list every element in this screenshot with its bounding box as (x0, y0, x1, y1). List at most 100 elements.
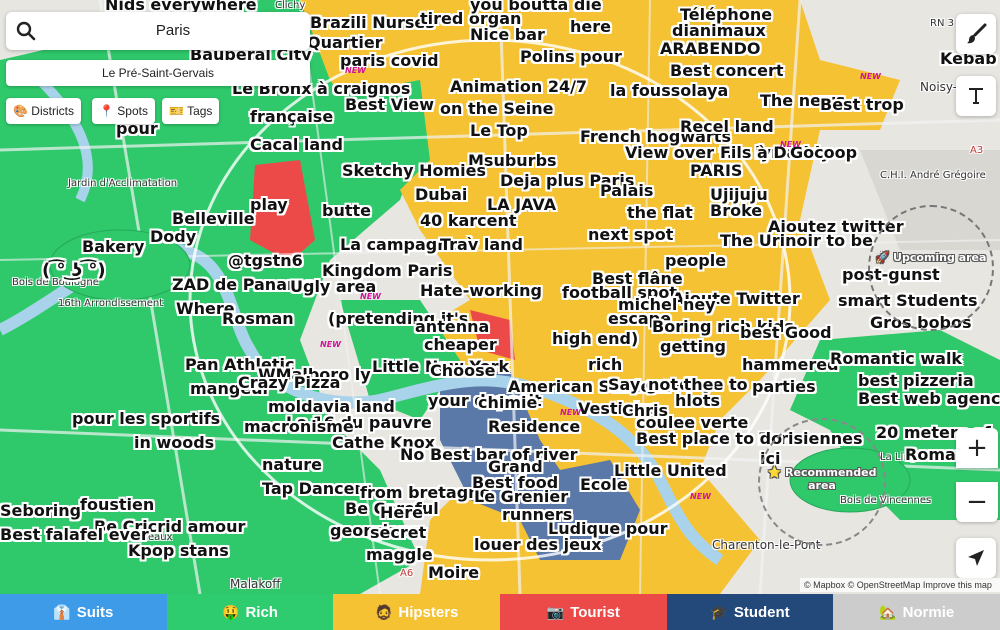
map-tag[interactable]: Animation 24/7 (450, 78, 587, 96)
brush-icon (967, 23, 987, 44)
map-tag[interactable]: in woods (134, 434, 214, 452)
map-tag[interactable]: chimie (478, 394, 537, 412)
map-tag[interactable]: louer des jeux (474, 536, 602, 554)
map-tag[interactable]: Rosman (222, 310, 294, 328)
map-tag[interactable]: Bakery (82, 238, 144, 256)
map-tag[interactable]: 40 karcent (420, 212, 517, 230)
map-tag[interactable]: Dubai (415, 186, 467, 204)
zoom-out-button[interactable]: − (956, 482, 998, 522)
legend-hipsters[interactable]: 🧔 Hipsters (333, 594, 501, 630)
map-doodle: ( ͡° ͜ʖ ͡°) (42, 260, 106, 281)
map-tag[interactable]: Palais (600, 182, 653, 200)
map-tag[interactable]: butte (322, 202, 371, 220)
text-tool-button[interactable] (956, 76, 996, 116)
map-tag[interactable]: Sketchy Homies (342, 162, 486, 180)
legend-tourist[interactable]: 📷 Tourist (500, 594, 667, 630)
map-tag[interactable]: pour les sportifs (72, 410, 220, 428)
map-tag[interactable]: dianimaux (672, 22, 766, 40)
map-tag[interactable]: hammered (742, 356, 839, 374)
map-tag[interactable]: Best place to do (636, 430, 782, 448)
map-tag[interactable]: getting (660, 338, 726, 356)
districts-chip[interactable]: 🎨 Districts (6, 98, 81, 124)
map-tag[interactable]: PARIS (690, 162, 742, 180)
map-tag[interactable]: here (570, 18, 611, 36)
map-tag[interactable]: française (250, 108, 333, 126)
map-tag[interactable]: Quartier (307, 34, 383, 52)
paint-brush-button[interactable] (956, 14, 996, 54)
legend-suits[interactable]: 👔 Suits (0, 594, 167, 630)
map-tag[interactable]: hlots (675, 392, 720, 410)
recommended-area-circle[interactable]: ⭐ Recommended area (758, 418, 886, 546)
map-tag[interactable]: foustien (80, 496, 154, 514)
map-tag[interactable]: Dody (150, 228, 196, 246)
map-tag[interactable]: @tgstn6 (228, 252, 303, 270)
legend-rich[interactable]: 🤑 Rich (166, 594, 334, 630)
legend-normie[interactable]: 🏡 Normie (833, 594, 1000, 630)
map-tag[interactable]: la foussolaya (610, 82, 728, 100)
locate-button[interactable] (956, 538, 996, 578)
map-tag[interactable]: Best trop (820, 96, 904, 114)
map-tag[interactable]: Cacal land (250, 136, 343, 154)
map-tag[interactable]: ARABENDO (660, 40, 760, 58)
map-tag[interactable]: Romantic walk (830, 350, 962, 368)
search-box[interactable]: Paris (6, 12, 310, 50)
map-tag[interactable]: Ecole (580, 476, 628, 494)
map-tag[interactable]: Kpop stans (128, 542, 229, 560)
legend-student[interactable]: 🎓 Student (666, 594, 834, 630)
map-tag[interactable]: Belleville (172, 210, 255, 228)
map-tag[interactable]: Recel land (680, 118, 774, 136)
map-tag[interactable]: rich (588, 356, 622, 374)
map-tag[interactable]: Nice bar (470, 26, 545, 44)
palette-icon: 🎨 (13, 104, 28, 118)
map-attribution[interactable]: © Mapbox © OpenStreetMap Improve this ma… (800, 578, 1000, 592)
map-tag[interactable]: Crazy Pizza (238, 374, 340, 392)
current-location-label: Le Pré-Saint-Gervais (6, 60, 310, 86)
map-tag[interactable]: Hate-working (420, 282, 542, 300)
search-input[interactable]: Paris (46, 22, 300, 39)
map-tag[interactable]: Trav land (440, 236, 523, 254)
map-tag[interactable]: Seboring (0, 502, 81, 520)
map-tag[interactable]: The Urinoir to be (720, 232, 873, 250)
map-tag[interactable]: Polins pour (520, 48, 622, 66)
map-tag[interactable]: best Good (740, 324, 832, 342)
map-tag[interactable]: Tap Dancers (262, 480, 372, 498)
map-tag[interactable]: Residence (488, 418, 580, 436)
suit-icon: 👔 (53, 603, 71, 620)
zoom-in-button[interactable]: + (956, 428, 998, 468)
map-tag[interactable]: parties (752, 378, 816, 396)
map-tag[interactable]: Broke (710, 202, 762, 220)
pin-icon: 📍 (99, 104, 114, 118)
map-tag[interactable]: people (665, 252, 726, 270)
map-tag[interactable]: secret (370, 524, 426, 542)
tags-chip[interactable]: 🎫 Tags (162, 98, 220, 124)
map-tag[interactable]: the flat (627, 204, 693, 222)
map-tag[interactable]: next spot (588, 226, 673, 244)
map-tag[interactable]: antenna (415, 318, 489, 336)
map-tag[interactable]: best pizzeria (858, 372, 974, 390)
map-tag[interactable]: nature (262, 456, 322, 474)
map-tag[interactable]: Best falafel ever (0, 526, 149, 544)
map-tag[interactable]: high end) (552, 330, 638, 348)
map-tag[interactable]: maggle (366, 546, 433, 564)
new-badge: NEW (690, 492, 711, 501)
map-tag[interactable]: play (250, 196, 288, 214)
map-tag[interactable]: Here (380, 504, 423, 522)
money-face-icon: 🤑 (222, 603, 240, 620)
map-tag[interactable]: you boutta die (470, 0, 602, 14)
map-tag[interactable]: Little United (614, 462, 727, 480)
map-tag[interactable]: on the Seine (440, 100, 554, 118)
map-canvas[interactable]: Clichy Noisy-le-Sec C.H.I. André Grégoir… (0, 0, 1000, 594)
map-tag[interactable]: Le Grenier (474, 488, 568, 506)
spots-chip[interactable]: 📍 Spots (92, 98, 155, 124)
map-tag[interactable]: Choose (430, 362, 496, 380)
map-tag[interactable]: Best web agency (858, 390, 1000, 408)
map-tag[interactable]: cheaper (424, 336, 497, 354)
upcoming-area-circle[interactable]: 🚀 Upcoming area (868, 205, 994, 331)
map-tag[interactable]: Le Top (470, 122, 528, 140)
map-tag[interactable]: Best concert (670, 62, 784, 80)
search-icon[interactable] (16, 21, 36, 41)
map-tag[interactable]: Best View (345, 96, 434, 114)
ticket-icon: 🎫 (169, 104, 184, 118)
map-tag[interactable]: Brazili Nurses (310, 14, 435, 32)
map-tag[interactable]: Moire (428, 564, 479, 582)
